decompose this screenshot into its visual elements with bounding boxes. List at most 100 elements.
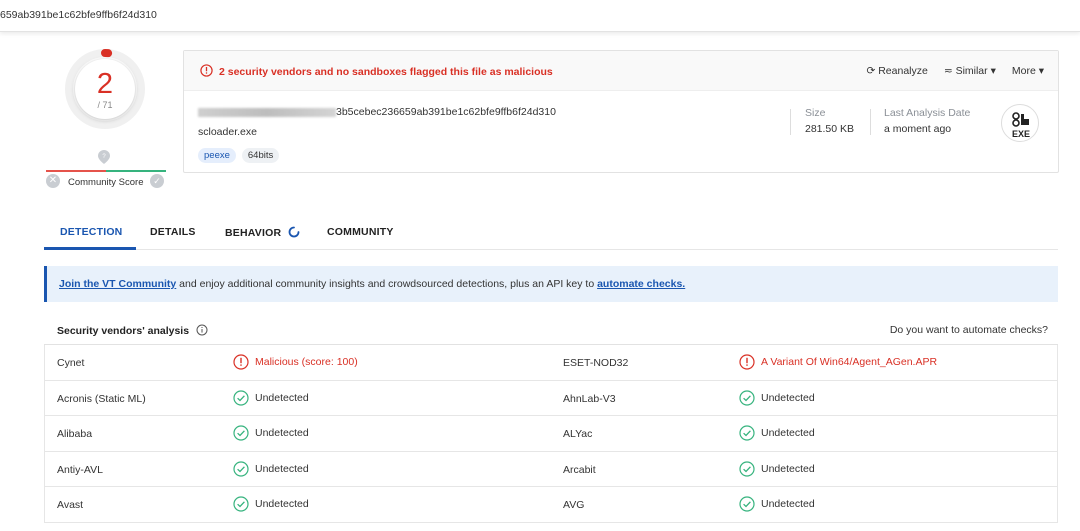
check-circle-icon bbox=[233, 496, 249, 512]
vendor-result-text: Undetected bbox=[761, 427, 815, 439]
more-label: More bbox=[1011, 65, 1036, 77]
check-circle-icon bbox=[233, 389, 249, 406]
detection-total: / 71 bbox=[97, 100, 113, 110]
file-hash-header: 659ab391be1c62bfe9ffb6f24d310 bbox=[0, 9, 157, 21]
vendor-result: Undetected bbox=[739, 425, 815, 441]
vendor-result: Undetected bbox=[233, 425, 309, 441]
automate-checks-prompt[interactable]: Do you want to automate checks? bbox=[890, 324, 1048, 336]
detection-banner-text: 2 security vendors and no sandboxes flag… bbox=[219, 66, 553, 78]
vendor-result-text: Undetected bbox=[761, 462, 815, 475]
vendor-result-text: Malicious (score: 100) bbox=[255, 356, 358, 368]
vendor-result: Undetected bbox=[233, 460, 309, 477]
tab-details[interactable]: DETAILS bbox=[150, 226, 196, 238]
vendor-name: ALYac bbox=[563, 428, 593, 440]
table-row: Acronis (Static ML) Undetected AhnLab-V3… bbox=[44, 380, 1058, 416]
vendor-name: Acronis (Static ML) bbox=[57, 392, 146, 405]
last-analysis-value: a moment ago bbox=[884, 123, 952, 135]
active-tab-indicator bbox=[44, 247, 136, 250]
file-tags: peexe 64bits bbox=[198, 148, 280, 163]
vendor-result: Undetected bbox=[739, 496, 815, 512]
vendor-name: AVG bbox=[563, 499, 585, 511]
similar-button[interactable]: ≂ Similar ▾ bbox=[944, 65, 996, 77]
similar-label: Similar bbox=[955, 65, 988, 77]
community-marker-icon: ? bbox=[98, 150, 110, 164]
redacted-hash-prefix bbox=[198, 107, 336, 117]
check-circle-icon bbox=[233, 425, 249, 441]
vendor-result: Undetected bbox=[739, 460, 815, 477]
chevron-down-icon: ▾ bbox=[1035, 65, 1044, 77]
loading-spinner-icon bbox=[288, 226, 300, 238]
file-size-value: 281.50 KB bbox=[805, 123, 855, 135]
vendors-table: Cynet Malicious (score: 100) ESET-NOD32 … bbox=[44, 344, 1058, 523]
file-size: Size 281.50 KB bbox=[805, 107, 854, 135]
community-score: ? ✕ Community Score ✓ bbox=[44, 146, 168, 192]
table-row: Antiy-AVL Undetected Arcabit Undetected bbox=[44, 451, 1058, 487]
file-size-label: Size bbox=[805, 107, 826, 119]
tab-community[interactable]: COMMUNITY bbox=[327, 226, 394, 238]
alert-icon bbox=[739, 354, 755, 370]
vote-harmless-button[interactable]: ✓ bbox=[150, 174, 164, 188]
detection-count: 2 bbox=[96, 68, 114, 100]
table-row: Cynet Malicious (score: 100) ESET-NOD32 … bbox=[44, 345, 1058, 381]
table-row: Alibaba Undetected ALYac Undetected bbox=[44, 416, 1058, 452]
vote-malicious-button[interactable]: ✕ bbox=[46, 174, 60, 188]
reanalyze-button[interactable]: ⟳ Reanalyze bbox=[867, 65, 928, 77]
result-tabs: DETECTION DETAILS BEHAVIOR COMMUNITY bbox=[44, 220, 1058, 250]
vendor-name: ESET-NOD32 bbox=[563, 357, 629, 369]
join-community-link[interactable]: Join the VT Community bbox=[59, 278, 176, 290]
chevron-down-icon: ▾ bbox=[987, 65, 996, 77]
vendor-result: Undetected bbox=[233, 389, 309, 406]
file-name: scloader.exe bbox=[198, 126, 257, 138]
check-circle-icon bbox=[739, 460, 755, 477]
info-icon[interactable] bbox=[196, 324, 208, 336]
reanalyze-label: Reanalyze bbox=[878, 65, 928, 77]
tab-behavior[interactable]: BEHAVIOR bbox=[225, 226, 300, 239]
check-circle-icon bbox=[739, 496, 755, 512]
check-circle-icon bbox=[233, 460, 249, 477]
file-type-badge: EXE bbox=[1001, 104, 1039, 142]
vendor-name: Cynet bbox=[57, 357, 85, 369]
tag-peexe[interactable]: peexe bbox=[198, 148, 236, 163]
community-score-bar bbox=[46, 170, 166, 172]
vendor-name: Avast bbox=[57, 499, 84, 511]
vendor-result-text: A Variant Of Win64/Agent_AGen.APR bbox=[761, 356, 938, 368]
vendor-result-text: Undetected bbox=[255, 498, 309, 510]
vendor-result-text: Undetected bbox=[255, 427, 309, 439]
refresh-icon: ⟳ bbox=[866, 65, 879, 77]
vendor-result: A Variant Of Win64/Agent_AGen.APR bbox=[739, 354, 937, 370]
vendor-result-text: Undetected bbox=[255, 391, 309, 404]
alert-icon bbox=[233, 354, 249, 370]
community-score-label: Community Score bbox=[68, 177, 144, 188]
top-bar: 659ab391be1c62bfe9ffb6f24d310 bbox=[0, 0, 1080, 32]
vendor-result-text: Undetected bbox=[761, 391, 815, 404]
similar-icon: ≂ bbox=[943, 65, 956, 77]
table-row: Avast Undetected AVG Undetected bbox=[44, 487, 1058, 523]
vendor-result: Undetected bbox=[233, 496, 309, 512]
vendor-name: Alibaba bbox=[57, 428, 93, 440]
automate-checks-link[interactable]: automate checks. bbox=[597, 278, 685, 290]
vendors-header: Security vendors' analysis Do you want t… bbox=[44, 318, 1058, 344]
vendor-result: Malicious (score: 100) bbox=[233, 354, 358, 370]
join-banner-text: and enjoy additional community insights … bbox=[176, 278, 598, 290]
vendor-name: AhnLab-V3 bbox=[563, 392, 616, 405]
detection-score-gauge: 2 / 71 bbox=[64, 48, 146, 130]
alert-icon bbox=[200, 64, 213, 77]
check-circle-icon bbox=[739, 389, 755, 406]
tab-detection[interactable]: DETECTION bbox=[60, 226, 122, 238]
vendors-title-text: Security vendors' analysis bbox=[57, 325, 190, 337]
tag-64bits[interactable]: 64bits bbox=[241, 148, 280, 163]
file-summary-card: 2 security vendors and no sandboxes flag… bbox=[183, 50, 1059, 173]
divider bbox=[870, 109, 871, 135]
file-hash[interactable]: 3b5cebec236659ab391be1c62bfe9ffb6f24d310 bbox=[198, 106, 556, 118]
divider bbox=[790, 109, 791, 135]
vendor-name: Antiy-AVL bbox=[57, 463, 103, 476]
tab-behavior-label: BEHAVIOR bbox=[225, 227, 282, 239]
vendor-result-text: Undetected bbox=[761, 498, 815, 510]
executable-icon bbox=[1012, 112, 1029, 127]
vendor-result-text: Undetected bbox=[255, 462, 309, 475]
detection-banner: 2 security vendors and no sandboxes flag… bbox=[184, 51, 1058, 91]
more-button[interactable]: More ▾ bbox=[1012, 65, 1044, 77]
check-circle-icon bbox=[739, 425, 755, 441]
last-analysis: Last Analysis Date a moment ago bbox=[884, 107, 970, 135]
last-analysis-label: Last Analysis Date bbox=[884, 107, 971, 119]
